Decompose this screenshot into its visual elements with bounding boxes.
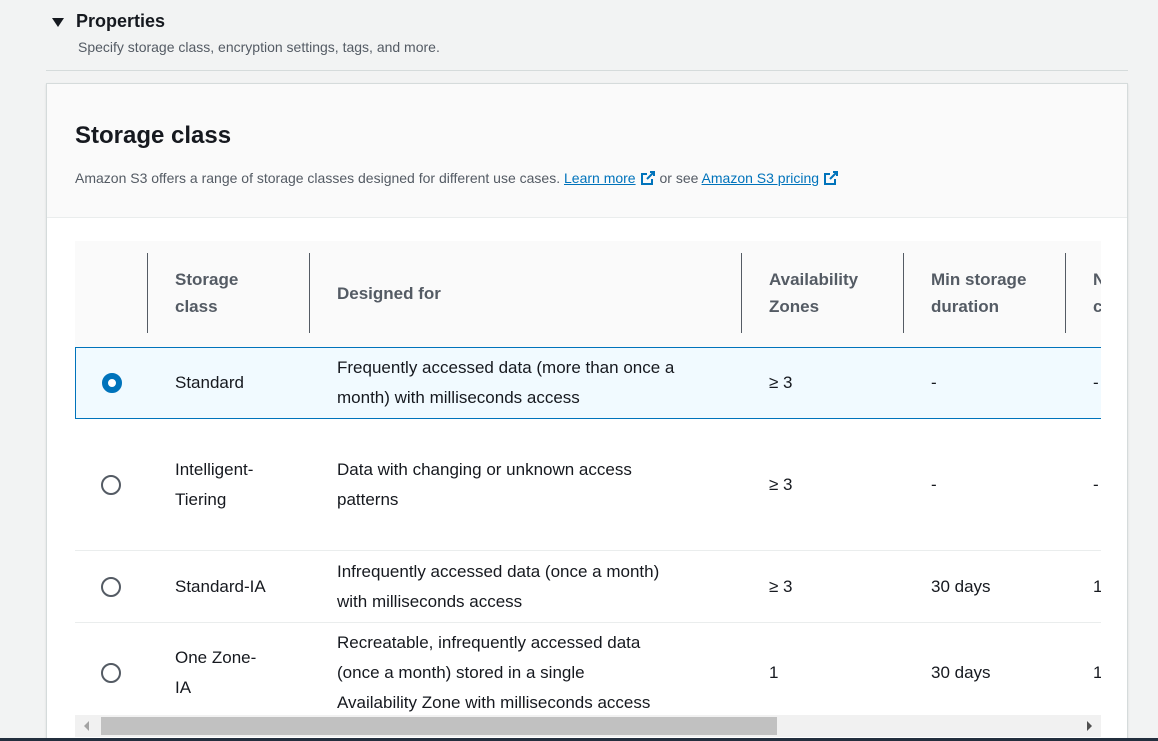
scroll-thumb[interactable] xyxy=(101,717,777,735)
name-line: One Zone- xyxy=(175,648,257,667)
designed-line: month) with milliseconds access xyxy=(337,388,580,407)
radio-button[interactable] xyxy=(101,663,121,683)
s3-pricing-link[interactable]: Amazon S3 pricing xyxy=(702,170,840,186)
scroll-left-icon[interactable] xyxy=(84,721,89,731)
designed-line: Frequently accessed data (more than once… xyxy=(337,358,675,377)
next-col-value: - xyxy=(1093,474,1099,494)
col-label: duration xyxy=(931,297,999,316)
min-duration: - xyxy=(931,474,937,494)
col-label: Availability xyxy=(769,270,859,289)
learn-more-link[interactable]: Learn more xyxy=(564,170,656,186)
properties-section-header: Properties Specify storage class, encryp… xyxy=(52,10,1128,55)
external-link-icon xyxy=(824,171,839,185)
table-row-intelligent-tiering[interactable]: Intelligent- Tiering Data with changing o… xyxy=(75,419,1101,551)
name-line: Standard-IA xyxy=(175,576,266,596)
designed-line: Availability Zone with milliseconds acce… xyxy=(337,693,651,712)
learn-more-label: Learn more xyxy=(564,170,636,186)
properties-toggle[interactable]: Properties xyxy=(52,10,1128,32)
col-label: Storage xyxy=(175,270,239,289)
table-row-one-zone-ia[interactable]: One Zone- IA Recreatable, infrequently ac… xyxy=(75,623,1101,715)
min-duration: 30 days xyxy=(931,663,991,682)
designed-line: Data with changing or unknown access xyxy=(337,459,632,479)
storage-class-name: One Zone- IA xyxy=(175,623,256,715)
radio-button-selected[interactable] xyxy=(102,373,122,393)
col-label: c xyxy=(1093,293,1101,320)
next-col-value: 1 xyxy=(1093,551,1101,622)
table-row-standard[interactable]: Standard Frequently accessed data (more … xyxy=(75,347,1101,419)
name-line: Tiering xyxy=(175,489,227,509)
min-duration: 30 days xyxy=(931,576,991,596)
name-line: Standard xyxy=(175,373,244,392)
radio-button[interactable] xyxy=(101,474,121,495)
storage-class-description: Amazon S3 offers a range of storage clas… xyxy=(75,170,839,186)
designed-line: with milliseconds access xyxy=(337,591,523,611)
designed-line: Infrequently accessed data (once a month… xyxy=(337,561,660,581)
storage-class-name: Intelligent- Tiering xyxy=(175,419,253,550)
col-label: class xyxy=(175,297,218,316)
radio-cell[interactable] xyxy=(75,551,147,622)
min-duration: - xyxy=(931,373,937,392)
next-col-value: - xyxy=(1093,373,1099,392)
col-min-storage-duration: Min storage duration xyxy=(931,253,1026,333)
designed-line: Recreatable, infrequently accessed data xyxy=(337,633,641,652)
column-separator[interactable] xyxy=(903,253,904,333)
divider xyxy=(46,70,1128,71)
designed-for: Recreatable, infrequently accessed data (… xyxy=(337,623,737,715)
scroll-right-icon[interactable] xyxy=(1087,721,1092,731)
caret-down-icon[interactable] xyxy=(52,17,64,27)
storage-class-name: Standard xyxy=(175,348,244,418)
designed-line: (once a month) stored in a single xyxy=(337,663,585,682)
col-label: Min storage xyxy=(931,270,1027,289)
col-next: Nc xyxy=(1093,253,1101,333)
storage-class-container: Storage class Amazon S3 offers a range o… xyxy=(46,83,1128,741)
col-label: N xyxy=(1093,266,1101,293)
column-separator[interactable] xyxy=(147,253,148,333)
properties-title[interactable]: Properties xyxy=(76,11,165,32)
pricing-label: Amazon S3 pricing xyxy=(701,170,820,186)
availability-zones: ≥ 3 xyxy=(769,474,793,494)
storage-class-heading: Storage class xyxy=(75,122,232,149)
designed-for: Frequently accessed data (more than once… xyxy=(337,348,737,418)
col-designed-for: Designed for xyxy=(337,253,441,333)
name-line: Intelligent- xyxy=(175,459,254,479)
table-header: Storage class Designed for Availability Zo… xyxy=(75,241,1101,347)
availability-zones: ≥ 3 xyxy=(769,373,793,392)
col-label: Zones xyxy=(769,297,820,316)
or-see-text: or see xyxy=(659,170,699,186)
horizontal-scrollbar[interactable] xyxy=(75,715,1101,737)
storage-class-table: Storage class Designed for Availability Zo… xyxy=(75,241,1101,715)
radio-cell[interactable] xyxy=(76,348,148,418)
description-text: Amazon S3 offers a range of storage clas… xyxy=(75,170,561,186)
designed-for: Data with changing or unknown access patt… xyxy=(337,419,737,550)
container-header: Storage class Amazon S3 offers a range o… xyxy=(47,84,1127,218)
availability-zones: ≥ 3 xyxy=(769,576,793,596)
col-storage-class: Storage class xyxy=(175,253,238,333)
designed-line: patterns xyxy=(337,489,399,509)
column-separator[interactable] xyxy=(741,253,742,333)
name-line: IA xyxy=(175,678,192,697)
storage-class-name: Standard-IA xyxy=(175,551,266,622)
col-availability-zones: Availability Zones xyxy=(769,253,858,333)
availability-zones: 1 xyxy=(769,663,779,682)
next-col-value: 1 xyxy=(1093,623,1101,715)
external-link-icon xyxy=(640,171,655,185)
radio-button[interactable] xyxy=(101,576,121,597)
designed-for: Infrequently accessed data (once a month… xyxy=(337,551,737,622)
radio-cell[interactable] xyxy=(75,623,147,715)
col-label: Designed for xyxy=(337,283,441,303)
column-separator[interactable] xyxy=(1065,253,1066,333)
radio-cell[interactable] xyxy=(75,419,147,550)
table-row-standard-ia[interactable]: Standard-IA Infrequently accessed data (… xyxy=(75,551,1101,623)
properties-description: Specify storage class, encryption settin… xyxy=(78,39,440,55)
column-separator[interactable] xyxy=(309,253,310,333)
